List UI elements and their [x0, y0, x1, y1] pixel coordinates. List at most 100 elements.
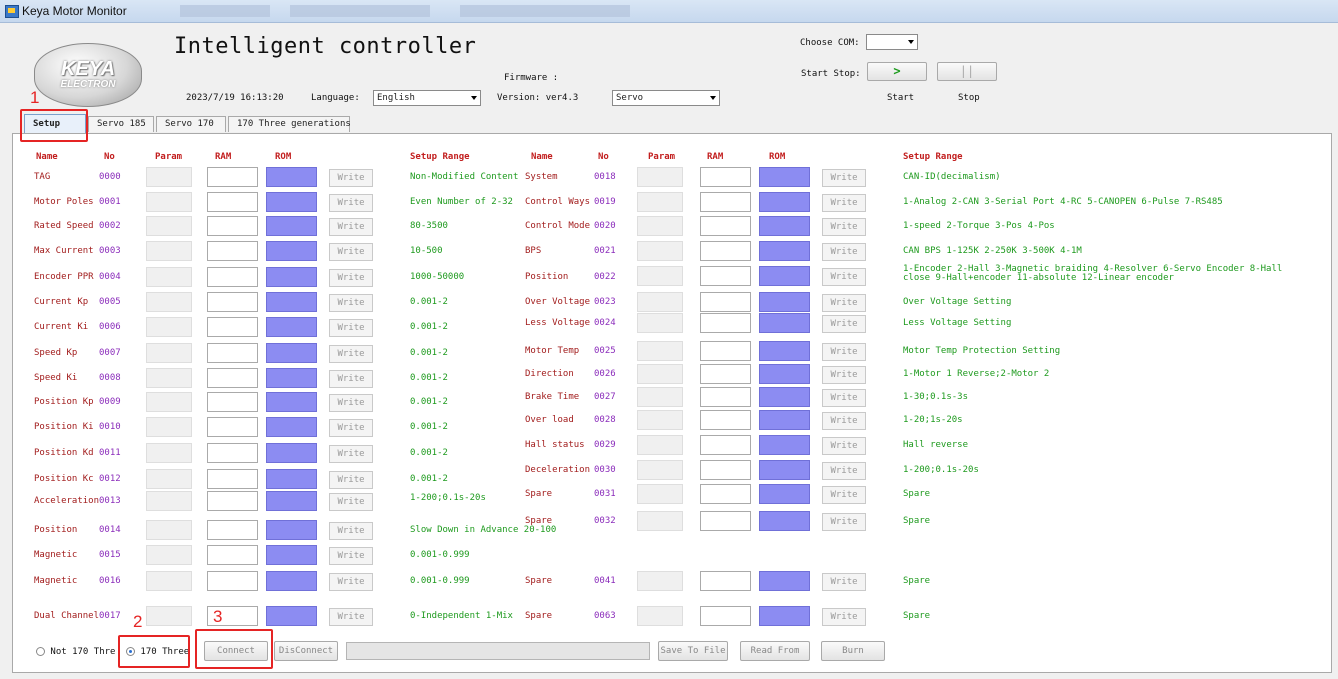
setup-range-text: 1-20;1s-20s	[903, 415, 963, 425]
write-button[interactable]: Write	[329, 471, 373, 489]
write-button[interactable]: Write	[822, 573, 866, 591]
write-button[interactable]: Write	[822, 437, 866, 455]
tab-servo-185[interactable]: Servo 185	[88, 116, 154, 132]
write-button[interactable]: Write	[329, 243, 373, 261]
ram-input[interactable]	[207, 216, 258, 236]
write-button[interactable]: Write	[822, 513, 866, 531]
write-button[interactable]: Write	[329, 547, 373, 565]
ram-input[interactable]	[207, 469, 258, 489]
ram-input[interactable]	[207, 392, 258, 412]
ram-input[interactable]	[207, 241, 258, 261]
write-button[interactable]: Write	[329, 370, 373, 388]
tab-servo-170[interactable]: Servo 170	[156, 116, 226, 132]
ram-input[interactable]	[207, 520, 258, 540]
start-button[interactable]: >	[867, 62, 927, 81]
ram-input[interactable]	[207, 571, 258, 591]
blurred-taskbar-item	[180, 5, 270, 17]
ram-input[interactable]	[700, 192, 751, 212]
write-button[interactable]: Write	[329, 345, 373, 363]
tab-170-three-generations[interactable]: 170 Three generations	[228, 116, 351, 132]
write-button[interactable]: Write	[822, 315, 866, 333]
ram-input[interactable]	[207, 167, 258, 187]
write-button[interactable]: Write	[329, 493, 373, 511]
write-button[interactable]: Write	[329, 269, 373, 287]
write-button[interactable]: Write	[329, 419, 373, 437]
row-number: 0003	[99, 246, 121, 256]
ram-input[interactable]	[700, 241, 751, 261]
header-param-left: Param	[155, 152, 183, 162]
com-select[interactable]	[866, 34, 918, 50]
write-button[interactable]: Write	[329, 394, 373, 412]
write-button[interactable]: Write	[822, 194, 866, 212]
ram-input[interactable]	[207, 317, 258, 337]
radio-not-170[interactable]: Not 170 Thre	[36, 647, 115, 657]
write-button[interactable]: Write	[329, 522, 373, 540]
write-button[interactable]: Write	[329, 319, 373, 337]
ram-input[interactable]	[700, 387, 751, 407]
setup-range-text: Slow Down in Advance 20-100	[410, 525, 557, 535]
row-name: Encoder PPR	[34, 272, 94, 282]
setup-range-text: Hall reverse	[903, 440, 969, 450]
ram-input[interactable]	[207, 292, 258, 312]
write-button[interactable]: Write	[822, 366, 866, 384]
ram-input[interactable]	[207, 343, 258, 363]
write-button[interactable]: Write	[822, 389, 866, 407]
write-button[interactable]: Write	[329, 573, 373, 591]
write-button[interactable]: Write	[822, 486, 866, 504]
ram-input[interactable]	[207, 491, 258, 511]
ram-input[interactable]	[207, 417, 258, 437]
disconnect-button[interactable]: DisConnect	[274, 641, 338, 661]
write-button[interactable]: Write	[329, 445, 373, 463]
mode-select[interactable]: Servo	[612, 90, 720, 106]
rom-value	[759, 167, 810, 187]
write-button[interactable]: Write	[822, 169, 866, 187]
save-to-file-button[interactable]: Save To File	[658, 641, 728, 661]
write-button[interactable]: Write	[822, 608, 866, 626]
ram-input[interactable]	[700, 606, 751, 626]
param-field	[637, 460, 683, 480]
param-field	[146, 216, 192, 236]
ram-input[interactable]	[700, 341, 751, 361]
write-button[interactable]: Write	[329, 608, 373, 626]
language-select[interactable]: English	[373, 90, 481, 106]
ram-input[interactable]	[700, 266, 751, 286]
ram-input[interactable]	[700, 216, 751, 236]
row-name: Spare	[525, 611, 553, 621]
ram-input[interactable]	[207, 267, 258, 287]
row-name: Acceleration	[34, 496, 100, 506]
write-button[interactable]: Write	[822, 412, 866, 430]
read-from-button[interactable]: Read From	[740, 641, 810, 661]
ram-input[interactable]	[207, 443, 258, 463]
ram-input[interactable]	[700, 364, 751, 384]
stop-button[interactable]: ||	[937, 62, 997, 81]
ram-input[interactable]	[207, 368, 258, 388]
write-button[interactable]: Write	[822, 343, 866, 361]
setup-range-text: Spare	[903, 611, 931, 621]
ram-input[interactable]	[700, 435, 751, 455]
ram-input[interactable]	[207, 545, 258, 565]
burn-button[interactable]: Burn	[821, 641, 885, 661]
annotation-box-2	[118, 635, 190, 668]
ram-input[interactable]	[700, 313, 751, 333]
write-button[interactable]: Write	[822, 218, 866, 236]
write-button[interactable]: Write	[329, 194, 373, 212]
ram-input[interactable]	[700, 410, 751, 430]
write-button[interactable]: Write	[329, 294, 373, 312]
ram-input[interactable]	[700, 167, 751, 187]
ram-input[interactable]	[700, 571, 751, 591]
write-button[interactable]: Write	[329, 169, 373, 187]
ram-input[interactable]	[700, 460, 751, 480]
pause-icon: ||	[959, 64, 975, 78]
ram-input[interactable]	[700, 511, 751, 531]
ram-input[interactable]	[700, 484, 751, 504]
row-number: 0011	[99, 448, 121, 458]
row-name: Control Mode	[525, 221, 591, 231]
ram-input[interactable]	[207, 192, 258, 212]
choose-com-label: Choose COM:	[800, 38, 860, 48]
write-button[interactable]: Write	[822, 462, 866, 480]
write-button[interactable]: Write	[822, 268, 866, 286]
ram-input[interactable]	[700, 292, 751, 312]
write-button[interactable]: Write	[822, 294, 866, 312]
write-button[interactable]: Write	[822, 243, 866, 261]
write-button[interactable]: Write	[329, 218, 373, 236]
